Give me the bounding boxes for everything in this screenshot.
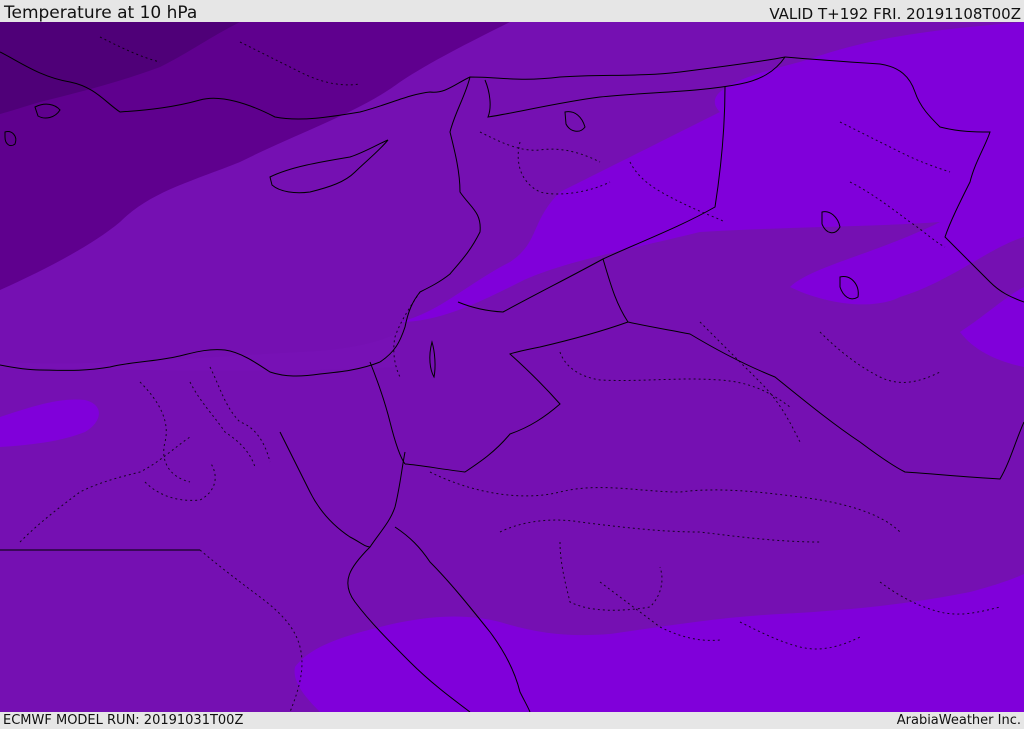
footer-bar: ECMWF MODEL RUN: 20191031T00Z ArabiaWeat… bbox=[0, 712, 1024, 729]
map-title: Temperature at 10 hPa bbox=[4, 3, 198, 23]
temperature-map bbox=[0, 22, 1024, 712]
credit-label: ArabiaWeather Inc. bbox=[896, 713, 1021, 728]
valid-time-label: VALID T+192 FRI. 20191108T00Z bbox=[769, 5, 1021, 23]
map-area[interactable] bbox=[0, 22, 1024, 712]
model-run-label: ECMWF MODEL RUN: 20191031T00Z bbox=[3, 713, 244, 728]
header-bar: Temperature at 10 hPa VALID T+192 FRI. 2… bbox=[0, 0, 1024, 23]
